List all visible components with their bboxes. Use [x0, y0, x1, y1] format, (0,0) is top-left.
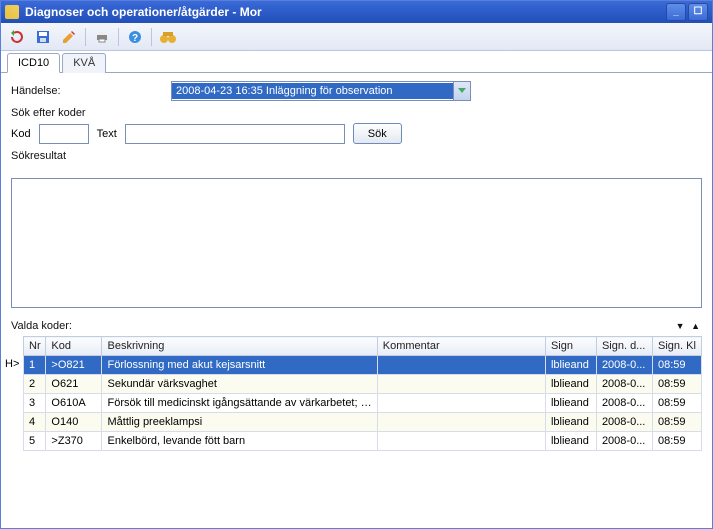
toolbar-separator	[151, 28, 152, 46]
cell-sign: lblieand	[545, 356, 596, 375]
cell-komm	[377, 432, 545, 451]
valda-grid-wrap: H> Nr Kod Beskrivning Kommentar Sign Sig…	[23, 336, 702, 451]
col-sign-kl[interactable]: Sign. Kl	[653, 337, 702, 356]
col-sign[interactable]: Sign	[545, 337, 596, 356]
table-row[interactable]: 1>O821Förlossning med akut kejsarsnitt lb…	[24, 356, 702, 375]
cell-besk: Sekundär värksvaghet	[102, 375, 377, 394]
edit-icon[interactable]	[59, 27, 79, 47]
tab-bar: ICD10 KVÅ	[1, 51, 712, 73]
tab-icd10[interactable]: ICD10	[7, 53, 60, 73]
cell-besk: Måttlig preeklampsi	[102, 413, 377, 432]
chevron-down-icon	[453, 82, 470, 100]
cell-nr: 5	[24, 432, 46, 451]
col-kommentar[interactable]: Kommentar	[377, 337, 545, 356]
cell-nr: 1	[24, 356, 46, 375]
cell-besk: Förlossning med akut kejsarsnitt	[102, 356, 377, 375]
cell-signd: 2008-0...	[596, 375, 652, 394]
collapse-arrows-icon[interactable]: ▼ ▲	[676, 321, 702, 331]
h-marker: H>	[5, 358, 19, 370]
cell-signkl: 08:59	[653, 394, 702, 413]
cell-signkl: 08:59	[653, 375, 702, 394]
toolbar-separator	[118, 28, 119, 46]
cell-signkl: 08:59	[653, 356, 702, 375]
cell-sign: lblieand	[545, 394, 596, 413]
valda-grid: Nr Kod Beskrivning Kommentar Sign Sign. …	[23, 336, 702, 451]
cell-kod: >O821	[46, 356, 102, 375]
cell-besk: Enkelbörd, levande fött barn	[102, 432, 377, 451]
form-area: Händelse: 2008-04-23 16:35 Inläggning fö…	[1, 73, 712, 172]
cell-besk: Försök till medicinskt igångsättande av …	[102, 394, 377, 413]
kod-label: Kod	[11, 128, 31, 140]
maximize-button[interactable]: ☐	[688, 3, 708, 21]
kod-input[interactable]	[39, 124, 89, 144]
cell-kod: O140	[46, 413, 102, 432]
tab-kva[interactable]: KVÅ	[62, 53, 106, 73]
toolbar-separator	[85, 28, 86, 46]
minimize-button[interactable]: _	[666, 3, 686, 21]
refresh-icon[interactable]	[7, 27, 27, 47]
col-beskrivning[interactable]: Beskrivning	[102, 337, 377, 356]
col-sign-d[interactable]: Sign. d...	[596, 337, 652, 356]
sok-efter-label: Sök efter koder	[11, 107, 702, 119]
print-icon[interactable]	[92, 27, 112, 47]
cell-signd: 2008-0...	[596, 356, 652, 375]
cell-komm	[377, 375, 545, 394]
sokresultat-label: Sökresultat	[11, 150, 702, 162]
cell-kod: >Z370	[46, 432, 102, 451]
content-area: ICD10 KVÅ Händelse: 2008-04-23 16:35 Inl…	[1, 51, 712, 528]
save-icon[interactable]	[33, 27, 53, 47]
cell-signd: 2008-0...	[596, 394, 652, 413]
cell-komm	[377, 413, 545, 432]
cell-nr: 4	[24, 413, 46, 432]
text-label: Text	[97, 128, 117, 140]
cell-nr: 3	[24, 394, 46, 413]
col-nr[interactable]: Nr	[24, 337, 46, 356]
cell-signkl: 08:59	[653, 432, 702, 451]
help-icon[interactable]: ?	[125, 27, 145, 47]
binoculars-icon[interactable]	[158, 27, 178, 47]
handelse-selected: 2008-04-23 16:35 Inläggning för observat…	[172, 83, 453, 99]
table-row[interactable]: 4O140Måttlig preeklampsi lblieand2008-0..…	[24, 413, 702, 432]
app-icon	[5, 5, 19, 19]
window: Diagnoser och operationer/åtgärder - Mor…	[0, 0, 713, 529]
handelse-label: Händelse:	[11, 85, 76, 97]
cell-signd: 2008-0...	[596, 432, 652, 451]
svg-text:?: ?	[132, 33, 138, 44]
cell-signkl: 08:59	[653, 413, 702, 432]
sokresultat-box[interactable]	[11, 178, 702, 308]
cell-sign: lblieand	[545, 432, 596, 451]
titlebar: Diagnoser och operationer/åtgärder - Mor…	[1, 1, 712, 23]
table-row[interactable]: 2O621Sekundär värksvaghet lblieand2008-0.…	[24, 375, 702, 394]
valda-koder-label: Valda koder:	[11, 320, 72, 332]
text-input[interactable]	[125, 124, 345, 144]
sok-button[interactable]: Sök	[353, 123, 402, 144]
handelse-select[interactable]: 2008-04-23 16:35 Inläggning för observat…	[171, 81, 471, 101]
cell-kod: O621	[46, 375, 102, 394]
cell-komm	[377, 356, 545, 375]
cell-signd: 2008-0...	[596, 413, 652, 432]
cell-komm	[377, 394, 545, 413]
table-row[interactable]: 5>Z370Enkelbörd, levande fött barn lbliea…	[24, 432, 702, 451]
cell-nr: 2	[24, 375, 46, 394]
grid-header-row: Nr Kod Beskrivning Kommentar Sign Sign. …	[24, 337, 702, 356]
table-row[interactable]: 3O610AFörsök till medicinskt igångsättan…	[24, 394, 702, 413]
cell-sign: lblieand	[545, 375, 596, 394]
col-kod[interactable]: Kod	[46, 337, 102, 356]
cell-kod: O610A	[46, 394, 102, 413]
window-title: Diagnoser och operationer/åtgärder - Mor	[25, 5, 664, 19]
cell-sign: lblieand	[545, 413, 596, 432]
toolbar: ?	[1, 23, 712, 51]
